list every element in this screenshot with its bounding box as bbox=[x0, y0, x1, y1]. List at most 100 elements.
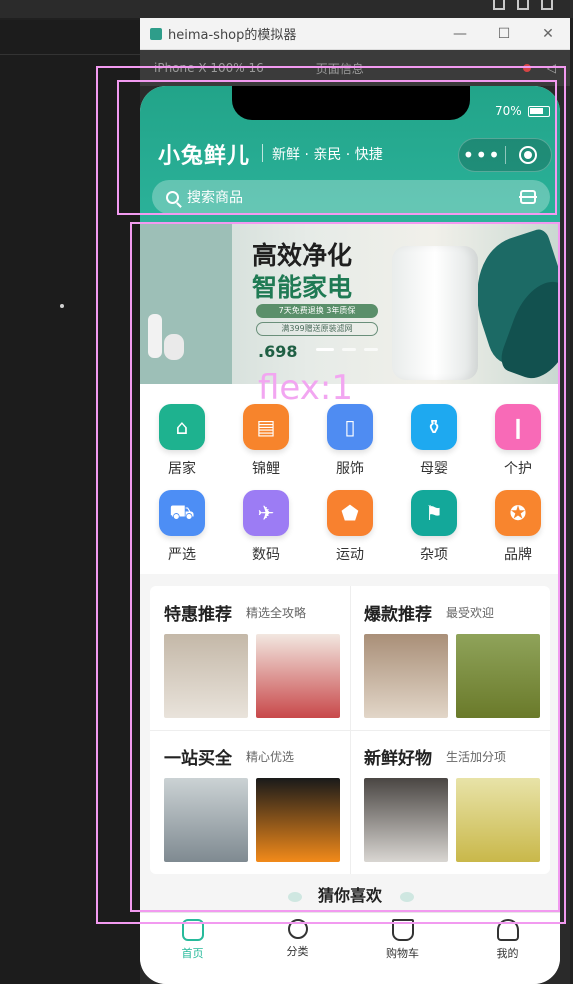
host-toolbar-icons bbox=[493, 0, 553, 10]
category-label: 母婴 bbox=[420, 461, 448, 477]
category-label: 品牌 bbox=[504, 547, 532, 563]
category-item[interactable]: ⛟ 严选 bbox=[140, 490, 224, 564]
panel-subtitle: 生活加分项 bbox=[446, 750, 507, 764]
host-tool-icon[interactable] bbox=[493, 0, 505, 10]
banner-vase bbox=[148, 314, 162, 358]
search-icon bbox=[166, 190, 179, 204]
category-item[interactable]: ✈ 数码 bbox=[224, 490, 308, 564]
plane-icon: ✈ bbox=[243, 490, 289, 536]
record-icon[interactable] bbox=[522, 64, 531, 72]
more-icon[interactable]: ••• bbox=[459, 145, 505, 165]
phone-screen: 70% 小兔鲜儿 新鲜 · 亲民 · 快捷 ••• 搜索商品 高效净化 智能家电… bbox=[140, 86, 560, 984]
host-tool-icon[interactable] bbox=[541, 0, 553, 10]
guess-you-like-title: 猜你喜欢 bbox=[317, 886, 382, 905]
brand-slogan: 新鲜 · 亲民 · 快捷 bbox=[272, 147, 383, 163]
lipstick-icon: ❙ bbox=[495, 404, 541, 450]
home-icon bbox=[181, 919, 204, 941]
close-icon[interactable]: ✕ bbox=[526, 26, 570, 42]
cursor-dot bbox=[60, 304, 64, 308]
cloche-icon: ⌂ bbox=[159, 404, 205, 450]
tab-cart[interactable]: 购物车 bbox=[350, 913, 455, 984]
banner-vase bbox=[164, 334, 184, 360]
panel-title: 特惠推荐 bbox=[164, 605, 232, 625]
volume-icon[interactable]: ◁ bbox=[547, 61, 556, 75]
product-image[interactable] bbox=[164, 778, 248, 862]
close-miniapp-icon[interactable] bbox=[505, 146, 551, 164]
carousel-dot[interactable] bbox=[364, 348, 378, 351]
maximize-icon[interactable]: ☐ bbox=[482, 26, 526, 42]
panel-title: 爆款推荐 bbox=[364, 605, 432, 625]
banner-price: .698 bbox=[258, 342, 298, 361]
battery-percent: 70% bbox=[495, 104, 522, 118]
category-item[interactable]: ⚑ 杂项 bbox=[392, 490, 476, 564]
phone-icon: ▯ bbox=[327, 404, 373, 450]
page-info-button[interactable]: 页面信息 bbox=[316, 60, 364, 77]
category-label: 服饰 bbox=[336, 461, 364, 477]
banner-tag: 7天免费退换 3年质保 bbox=[256, 304, 378, 318]
category-label: 运动 bbox=[336, 547, 364, 563]
tag-icon: ⬟ bbox=[327, 490, 373, 536]
search-placeholder: 搜索商品 bbox=[187, 190, 243, 206]
banner-wall bbox=[140, 224, 232, 384]
miniapp-capsule: ••• bbox=[458, 138, 552, 172]
brand-divider bbox=[262, 144, 263, 162]
tab-home[interactable]: 首页 bbox=[140, 913, 245, 984]
scan-icon[interactable] bbox=[519, 190, 537, 204]
tab-my[interactable]: 我的 bbox=[455, 913, 560, 984]
category-label: 个护 bbox=[504, 461, 532, 477]
recommend-panel[interactable]: 特惠推荐 精选全攻略 bbox=[150, 586, 350, 730]
car-icon: ⛟ bbox=[159, 490, 205, 536]
category-label: 严选 bbox=[168, 547, 196, 563]
device-selector[interactable]: iPhone X 100% 16 bbox=[154, 61, 264, 75]
bookmark-icon: ⚑ bbox=[411, 490, 457, 536]
promo-banner[interactable]: 高效净化 智能家电 7天免费退换 3年质保 满399赠送原装滤网 .698 bbox=[140, 224, 560, 384]
user-icon bbox=[496, 919, 519, 941]
product-image[interactable] bbox=[256, 778, 340, 862]
simulator-toolbar: iPhone X 100% 16 页面信息 ◁ bbox=[140, 50, 570, 86]
tab-bar: 首页 分类 购物车 我的 bbox=[140, 912, 560, 984]
recommend-panel[interactable]: 新鲜好物 生活加分项 bbox=[350, 730, 550, 874]
category-item[interactable]: ⬟ 运动 bbox=[308, 490, 392, 564]
simulator-titlebar: heima-shop的模拟器 — ☐ ✕ bbox=[140, 18, 570, 50]
category-item[interactable]: ✪ 品牌 bbox=[476, 490, 560, 564]
host-tool-icon[interactable] bbox=[517, 0, 529, 10]
panel-title: 新鲜好物 bbox=[364, 749, 432, 769]
search-bar[interactable]: 搜索商品 bbox=[152, 180, 550, 214]
category-item[interactable]: ❙ 个护 bbox=[476, 404, 560, 478]
panel-subtitle: 精选全攻略 bbox=[246, 606, 307, 620]
product-image[interactable] bbox=[456, 778, 540, 862]
banner-subtitle: 智能家电 bbox=[252, 273, 353, 302]
category-icon bbox=[287, 919, 308, 939]
simulator-logo-icon bbox=[150, 27, 162, 40]
carousel-dot[interactable] bbox=[342, 348, 356, 351]
status-battery: 70% bbox=[495, 104, 550, 118]
brand-logo: 小兔鲜儿 bbox=[158, 144, 251, 169]
carousel-dot[interactable] bbox=[316, 348, 334, 351]
product-image[interactable] bbox=[456, 634, 540, 718]
panel-divider bbox=[0, 54, 140, 55]
category-item[interactable]: ⌂ 居家 bbox=[140, 404, 224, 478]
category-item[interactable]: ▤ 锦鲤 bbox=[224, 404, 308, 478]
banner-tag: 满399赠送原装滤网 bbox=[256, 322, 378, 336]
tab-label: 购物车 bbox=[386, 947, 419, 960]
product-image[interactable] bbox=[364, 778, 448, 862]
product-image[interactable] bbox=[164, 634, 248, 718]
category-item[interactable]: ▯ 服饰 bbox=[308, 404, 392, 478]
category-label: 锦鲤 bbox=[252, 461, 280, 477]
banner-title: 高效净化 bbox=[252, 241, 353, 270]
air-purifier-image bbox=[392, 246, 478, 380]
product-image[interactable] bbox=[256, 634, 340, 718]
recommend-panel[interactable]: 爆款推荐 最受欢迎 bbox=[350, 586, 550, 730]
carousel-indicators bbox=[316, 348, 378, 351]
window-controls: — ☐ ✕ bbox=[438, 26, 570, 42]
tab-category[interactable]: 分类 bbox=[245, 913, 350, 984]
panel-subtitle: 最受欢迎 bbox=[446, 606, 495, 620]
medal-icon: ✪ bbox=[495, 490, 541, 536]
panel-title: 一站买全 bbox=[164, 749, 232, 769]
minimize-icon[interactable]: — bbox=[438, 26, 482, 42]
category-label: 杂项 bbox=[420, 547, 448, 563]
recommend-panels: 特惠推荐 精选全攻略 爆款推荐 最受欢迎 一站买全 精心优选 新鲜好物 生活加分项 bbox=[150, 586, 550, 874]
category-item[interactable]: ⚱ 母婴 bbox=[392, 404, 476, 478]
recommend-panel[interactable]: 一站买全 精心优选 bbox=[150, 730, 350, 874]
product-image[interactable] bbox=[364, 634, 448, 718]
